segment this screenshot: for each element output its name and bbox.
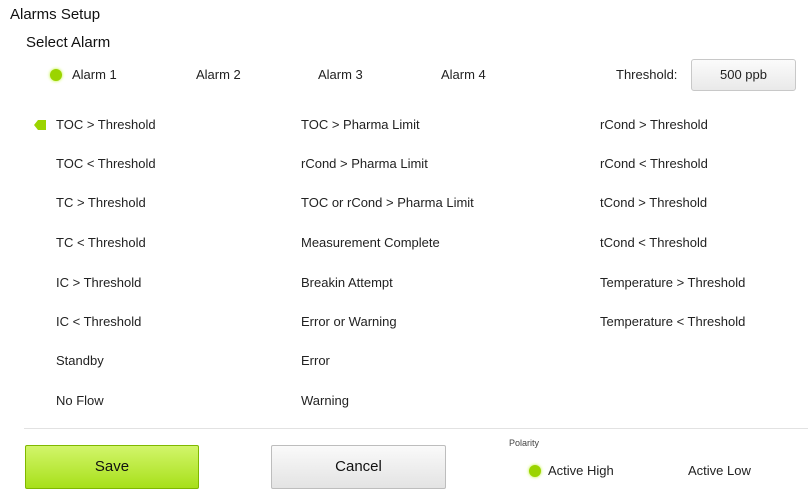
section-title: Select Alarm [26, 34, 111, 51]
tab-alarm-2[interactable]: Alarm 2 [196, 66, 241, 84]
condition-option[interactable]: rCond > Pharma Limit [301, 155, 428, 173]
condition-option[interactable]: TOC or rCond > Pharma Limit [301, 194, 474, 212]
save-button[interactable]: Save [25, 445, 199, 489]
polarity-label: Polarity [509, 438, 540, 448]
selected-indicator-icon [529, 465, 541, 477]
condition-option[interactable]: Breakin Attempt [301, 274, 393, 292]
condition-option[interactable]: TC < Threshold [56, 234, 146, 252]
condition-option[interactable]: tCond < Threshold [600, 234, 707, 252]
condition-option[interactable]: Temperature > Threshold [600, 274, 745, 292]
condition-option[interactable]: Error [301, 352, 330, 370]
threshold-button[interactable]: 500 ppb [691, 59, 796, 91]
tab-alarm-3[interactable]: Alarm 3 [318, 66, 363, 84]
selected-indicator-icon [50, 69, 62, 81]
condition-option[interactable]: TOC > Threshold [56, 116, 156, 134]
condition-option[interactable]: TC > Threshold [56, 194, 146, 212]
condition-option[interactable]: rCond > Threshold [600, 116, 708, 134]
threshold-label: Threshold: [616, 67, 678, 82]
page-title: Alarms Setup [10, 6, 101, 23]
polarity-active-high[interactable]: Active High [548, 462, 614, 480]
condition-option[interactable]: rCond < Threshold [600, 155, 708, 173]
divider [24, 428, 808, 429]
polarity-active-low[interactable]: Active Low [688, 462, 751, 480]
selected-indicator-icon [34, 120, 46, 130]
condition-option[interactable]: Measurement Complete [301, 234, 440, 252]
condition-option[interactable]: IC > Threshold [56, 274, 141, 292]
tab-alarm-4[interactable]: Alarm 4 [441, 66, 486, 84]
condition-option[interactable]: No Flow [56, 392, 104, 410]
condition-option[interactable]: Error or Warning [301, 313, 397, 331]
condition-option[interactable]: Warning [301, 392, 349, 410]
condition-option[interactable]: IC < Threshold [56, 313, 141, 331]
condition-option[interactable]: Standby [56, 352, 104, 370]
tab-alarm-1[interactable]: Alarm 1 [72, 66, 117, 84]
condition-option[interactable]: Temperature < Threshold [600, 313, 745, 331]
condition-option[interactable]: TOC > Pharma Limit [301, 116, 420, 134]
condition-option[interactable]: TOC < Threshold [56, 155, 156, 173]
condition-option[interactable]: tCond > Threshold [600, 194, 707, 212]
cancel-button[interactable]: Cancel [271, 445, 446, 489]
